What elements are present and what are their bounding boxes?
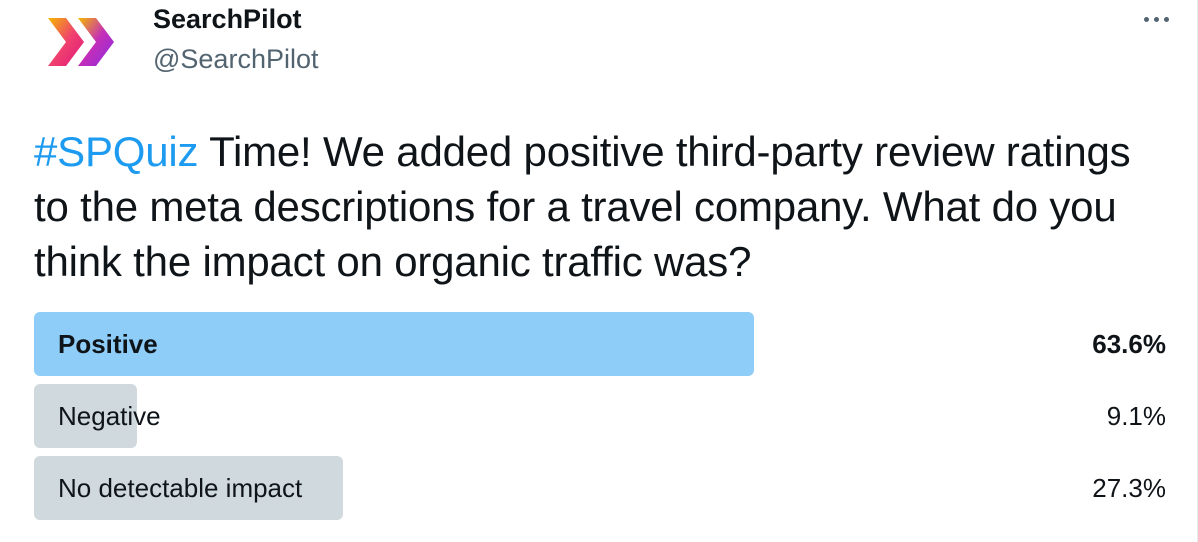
more-dot <box>1143 16 1149 22</box>
more-dot <box>1153 16 1159 22</box>
account-handle[interactable]: @SearchPilot <box>153 44 318 74</box>
poll-option-percent: 9.1% <box>1106 401 1166 431</box>
tweet-header: SearchPilot @SearchPilot <box>0 0 1198 90</box>
more-options-icon[interactable] <box>1136 6 1176 32</box>
poll-option-label: Positive <box>58 329 158 359</box>
hashtag-link[interactable]: #SPQuiz <box>34 128 199 175</box>
poll-option-label: Negative <box>58 401 161 431</box>
poll-option[interactable]: Negative 9.1% <box>34 384 1166 448</box>
searchpilot-logo-svg <box>48 18 114 66</box>
tweet-card: SearchPilot @SearchPilot #SPQuiz Time! W… <box>0 0 1198 542</box>
tweet-body: Time! We added positive third-party revi… <box>34 128 1131 285</box>
poll: Positive 63.6% Negative 9.1% No detectab… <box>34 312 1166 528</box>
poll-option-percent: 27.3% <box>1092 473 1166 503</box>
tweet-text: #SPQuiz Time! We added positive third-pa… <box>34 124 1174 289</box>
account-name[interactable]: SearchPilot <box>153 4 302 34</box>
poll-option[interactable]: No detectable impact 27.3% <box>34 456 1166 520</box>
poll-option-label: No detectable impact <box>58 473 303 503</box>
more-dot <box>1163 16 1169 22</box>
searchpilot-logo-icon[interactable] <box>44 12 120 72</box>
poll-option-percent: 63.6% <box>1092 329 1166 359</box>
poll-option[interactable]: Positive 63.6% <box>34 312 1166 376</box>
